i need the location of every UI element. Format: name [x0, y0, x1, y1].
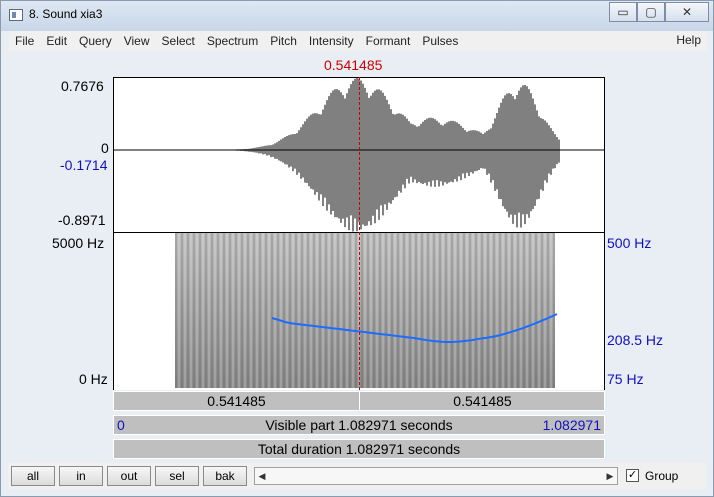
spectrogram-max-freq: 5000 Hz — [52, 235, 105, 251]
pitch-min-label: 75 Hz — [607, 371, 644, 387]
zoom-all-button[interactable]: all — [11, 466, 55, 486]
total-duration-text: Total duration 1.082971 seconds — [257, 441, 461, 457]
menu-pulses[interactable]: Pulses — [416, 34, 464, 48]
waveform-max-label: 0.7676 — [61, 78, 104, 94]
menu-view[interactable]: View — [118, 34, 156, 48]
window-title: 8. Sound xia3 — [29, 7, 103, 21]
pitch-max-label: 500 Hz — [607, 235, 652, 251]
zoom-out-button[interactable]: out — [107, 466, 151, 486]
segment-left-duration[interactable]: 0.541485 — [114, 392, 359, 410]
group-label: Group — [645, 469, 679, 483]
menu-query[interactable]: Query — [73, 34, 118, 48]
waveform-cursor-value: -0.1714 — [60, 157, 108, 173]
scroll-right-arrow-icon[interactable]: ▶ — [603, 468, 617, 484]
waveform-zero-label: 0 — [101, 140, 109, 156]
bottom-toolbar: all in out sel bak ◀ ▶ ✓ Group — [8, 463, 706, 489]
total-duration-bar[interactable]: Total duration 1.082971 seconds — [113, 439, 605, 459]
minimize-button[interactable]: ▭ — [609, 2, 637, 22]
time-scrollbar[interactable]: ◀ ▶ — [254, 467, 618, 485]
menu-help[interactable]: Help — [676, 33, 701, 47]
cursor-time-label: 0.541485 — [324, 57, 383, 73]
spectrogram-striations — [175, 233, 555, 388]
menu-pitch[interactable]: Pitch — [264, 34, 303, 48]
close-button[interactable]: ✕ — [665, 2, 709, 22]
group-checkbox[interactable]: ✓ — [626, 469, 639, 482]
title-bar: 8. Sound xia3 ▭ ▢ ✕ — [1, 1, 713, 31]
waveform-signal — [168, 78, 560, 232]
segment-right-duration[interactable]: 0.541485 — [360, 392, 605, 410]
zoom-in-button[interactable]: in — [59, 466, 103, 486]
visible-part-bar[interactable]: 0 Visible part 1.082971 seconds 1.082971 — [113, 415, 605, 435]
spectrogram-min-freq: 0 Hz — [79, 371, 108, 387]
menu-file[interactable]: File — [9, 34, 40, 48]
menu-bar: File Edit Query View Select Spectrum Pit… — [9, 31, 707, 51]
menu-intensity[interactable]: Intensity — [303, 34, 360, 48]
visible-end-time: 1.082971 — [542, 417, 601, 433]
zoom-back-button[interactable]: bak — [203, 466, 247, 486]
scroll-left-arrow-icon[interactable]: ◀ — [255, 468, 269, 484]
time-cursor[interactable] — [359, 77, 360, 390]
menu-select[interactable]: Select — [156, 34, 201, 48]
menu-edit[interactable]: Edit — [40, 34, 73, 48]
window-icon — [9, 9, 23, 21]
menu-spectrum[interactable]: Spectrum — [201, 34, 264, 48]
menu-formant[interactable]: Formant — [360, 34, 417, 48]
maximize-button[interactable]: ▢ — [637, 2, 665, 22]
visible-part-text: Visible part 1.082971 seconds — [265, 417, 453, 433]
waveform-min-label: -0.8971 — [58, 212, 106, 228]
zoom-selection-button[interactable]: sel — [155, 466, 199, 486]
pitch-cursor-label: 208.5 Hz — [607, 332, 664, 348]
selection-segment-bar[interactable]: 0.541485 0.541485 — [113, 391, 605, 411]
